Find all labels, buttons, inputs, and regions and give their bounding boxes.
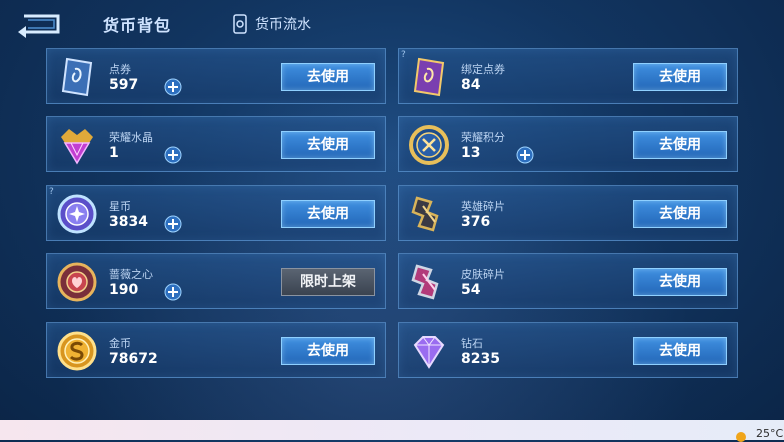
coupon-icon [61, 57, 93, 97]
currency-name: 蔷薇之心 [109, 268, 153, 281]
diamond-icon [413, 336, 445, 369]
currency-amount: 8235 [461, 351, 500, 367]
top-bar: 货币背包 货币流水 [0, 0, 784, 48]
use-button[interactable]: 去使用 [281, 337, 375, 365]
currency-name: 绑定点券 [461, 63, 505, 76]
plus-icon[interactable] [164, 146, 182, 164]
currency-card-coupon: 点券 597 去使用 [46, 48, 386, 104]
currency-name: 皮肤碎片 [461, 268, 505, 281]
use-button[interactable]: 去使用 [281, 131, 375, 159]
currency-amount: 84 [461, 77, 481, 93]
sun-icon [736, 432, 746, 442]
currency-amount: 3834 [109, 214, 148, 230]
currency-amount: 1 [109, 145, 119, 161]
use-button[interactable]: 去使用 [633, 268, 727, 296]
plus-icon[interactable] [164, 78, 182, 96]
currency-card-glory-points: 荣耀积分 13 去使用 [398, 116, 738, 172]
bound-coupon-icon [413, 57, 445, 97]
currency-flow-link[interactable]: 货币流水 [233, 13, 311, 35]
plus-icon[interactable] [164, 283, 182, 301]
gold-coin-icon [57, 331, 97, 371]
glory-crystal-icon [61, 129, 93, 165]
use-button[interactable]: 去使用 [633, 131, 727, 159]
ledger-icon [233, 14, 247, 34]
plus-icon[interactable] [164, 215, 182, 233]
use-button[interactable]: 去使用 [633, 200, 727, 228]
star-coin-icon [57, 194, 97, 234]
currency-card-diamond: 钻石 8235 去使用 [398, 322, 738, 378]
glory-points-icon [409, 125, 449, 165]
use-button[interactable]: 去使用 [281, 200, 375, 228]
help-mark[interactable]: ? [49, 187, 54, 197]
currency-amount: 597 [109, 77, 139, 93]
currency-name: 点券 [109, 63, 131, 76]
currency-flow-label: 货币流水 [255, 17, 311, 33]
currency-amount: 13 [461, 145, 481, 161]
use-button[interactable]: 去使用 [633, 63, 727, 91]
currency-name: 荣耀积分 [461, 131, 505, 144]
help-mark[interactable]: ? [401, 50, 406, 60]
temperature-readout: 25°C [756, 427, 784, 440]
currency-card-star-coin: ? 星币 3834 去使用 [46, 185, 386, 241]
currency-card-glory-crystal: 荣耀水晶 1 去使用 [46, 116, 386, 172]
currency-amount: 190 [109, 282, 139, 298]
currency-card-rose-heart: 蔷薇之心 190 限时上架 [46, 253, 386, 309]
currency-name: 英雄碎片 [461, 200, 505, 213]
currency-amount: 376 [461, 214, 491, 230]
currency-backpack-screen: 货币背包 货币流水 点券 597 去使用 ? 绑定点券 84 去使用 荣耀水晶 … [0, 0, 784, 420]
currency-card-gold-coin: 金币 78672 去使用 [46, 322, 386, 378]
rose-heart-icon [57, 262, 97, 302]
plus-icon[interactable] [516, 146, 534, 164]
currency-card-skin-shards: 皮肤碎片 54 去使用 [398, 253, 738, 309]
currency-name: 荣耀水晶 [109, 131, 153, 144]
currency-name: 金币 [109, 337, 131, 350]
system-taskbar [0, 420, 784, 440]
use-button[interactable]: 去使用 [281, 63, 375, 91]
use-button[interactable]: 去使用 [633, 337, 727, 365]
currency-card-hero-shards: 英雄碎片 376 去使用 [398, 185, 738, 241]
currency-name: 钻石 [461, 337, 483, 350]
back-arrow-icon[interactable] [14, 10, 64, 38]
skin-shard-icon [411, 264, 439, 300]
page-title: 货币背包 [103, 16, 172, 35]
currency-card-bound-coupon: ? 绑定点券 84 去使用 [398, 48, 738, 104]
currency-amount: 78672 [109, 351, 158, 367]
currency-amount: 54 [461, 282, 481, 298]
hero-shard-icon [411, 196, 439, 232]
limited-release-button[interactable]: 限时上架 [281, 268, 375, 296]
currency-name: 星币 [109, 200, 131, 213]
